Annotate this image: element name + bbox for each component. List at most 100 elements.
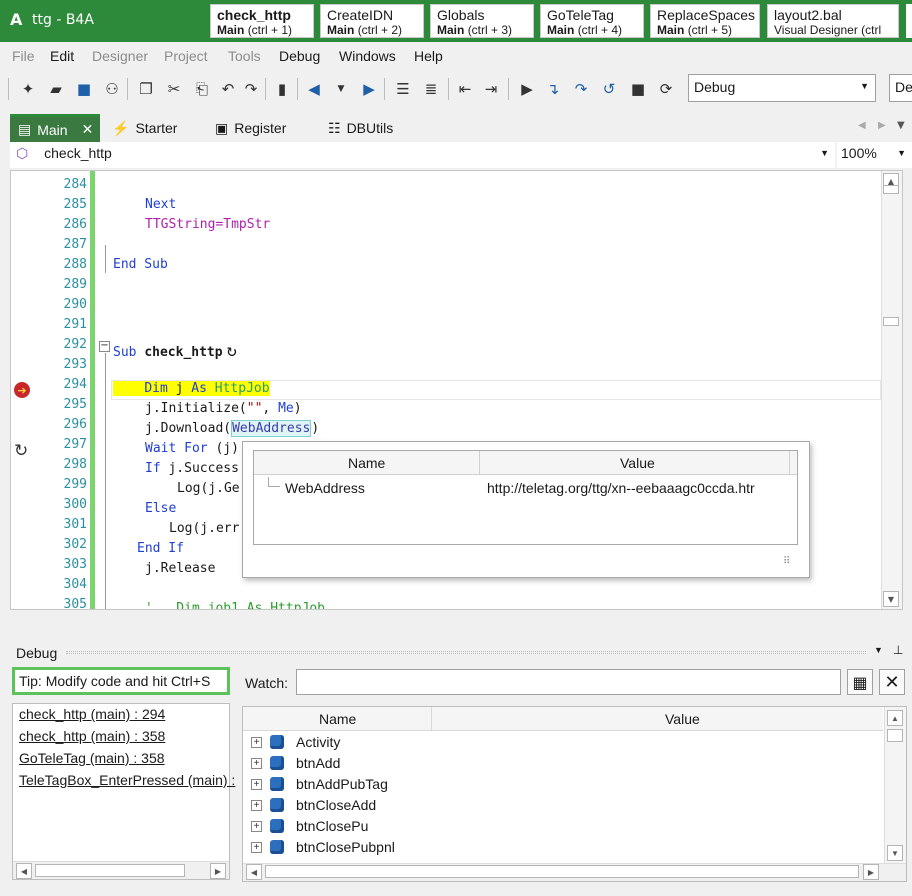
scroll-up-icon[interactable]: ▲ [887, 710, 903, 726]
step-out-icon[interactable]: ↺ [598, 78, 620, 100]
line-number: 296 [63, 417, 87, 432]
scroll-thumb[interactable] [265, 865, 859, 878]
menu-debug[interactable]: Debug [279, 48, 320, 64]
scroll-right-icon[interactable]: ▶ [863, 864, 879, 880]
sub-icon: ⬡ [16, 145, 29, 161]
pin-icon[interactable]: ⊥ [893, 643, 903, 657]
menu-project[interactable]: Project [164, 48, 208, 64]
navigate-forward-icon[interactable]: ▶ [358, 78, 380, 100]
expand-icon[interactable]: + [251, 841, 262, 853]
redo-icon[interactable]: ↷ [240, 78, 262, 100]
scroll-thumb[interactable] [887, 729, 903, 742]
hovered-variable[interactable]: WebAddress [231, 420, 312, 437]
step-in-icon[interactable]: ↴ [542, 78, 564, 100]
call-stack-item[interactable]: GoTeleTag (main) : 358 [19, 750, 165, 766]
scroll-left-icon[interactable]: ◀ [16, 863, 32, 879]
expand-icon[interactable]: + [251, 778, 262, 790]
sub-combo[interactable]: ⬡ check_http ▼ [10, 142, 835, 168]
calculator-icon[interactable]: ▦ [847, 669, 873, 695]
variable-row[interactable]: + btnAddPubTag [251, 774, 388, 794]
menu-windows[interactable]: Windows [339, 48, 396, 64]
menu-help[interactable]: Help [414, 48, 443, 64]
menu-designer[interactable]: Designer [92, 48, 148, 64]
variables-col-value[interactable]: Value [665, 711, 700, 727]
variable-row[interactable]: + Activity [251, 732, 340, 752]
quick-tab-globals[interactable]: Globals Main (ctrl + 3) [430, 4, 534, 38]
menu-file[interactable]: File [12, 48, 35, 64]
quick-tab-overflow[interactable] [906, 4, 912, 38]
open-project-icon[interactable]: ▰ [45, 78, 67, 100]
scroll-down-icon[interactable]: ▼ [887, 845, 903, 861]
cut-icon[interactable]: ✂ [163, 78, 185, 100]
run-icon[interactable]: ▶ [516, 78, 538, 100]
indent-icon[interactable]: ⇥ [480, 78, 502, 100]
uncomment-block-icon[interactable]: ≣ [420, 78, 442, 100]
stop-icon[interactable]: ■ [627, 78, 649, 100]
editor-horizontal-scrollbar[interactable] [11, 609, 881, 610]
close-icon[interactable]: ✕ [82, 121, 94, 138]
call-stack-item[interactable]: check_http (main) : 294 [19, 706, 165, 722]
variable-row[interactable]: + btnAdd [251, 753, 340, 773]
call-stack-item[interactable]: check_http (main) : 358 [19, 728, 165, 744]
expand-icon[interactable]: + [251, 757, 262, 769]
build-config-combo[interactable]: Debug ▼ [688, 74, 876, 102]
variables-col-name[interactable]: Name [319, 711, 356, 727]
panel-menu-icon[interactable]: ▼ [874, 645, 883, 655]
code-text: j.Initialize( [145, 401, 247, 416]
panel-grip[interactable] [66, 651, 866, 654]
editor-scroll-thumb[interactable] [883, 317, 899, 326]
tooltip-col-name[interactable]: Name [348, 455, 385, 471]
editor-scroll-thumb[interactable] [883, 185, 899, 194]
navigate-dropdown-icon[interactable]: ▼ [330, 78, 352, 100]
variable-row[interactable]: + btnClosePu [251, 816, 368, 836]
tab-scroll-left-icon[interactable]: ◀ [858, 120, 866, 131]
resize-grip-icon[interactable]: ⠿ [783, 556, 790, 567]
menu-edit[interactable]: Edit [50, 48, 74, 64]
scroll-thumb[interactable] [35, 864, 185, 877]
tab-register[interactable]: ▣ Register [207, 114, 294, 142]
scroll-right-icon[interactable]: ▶ [210, 863, 226, 879]
step-over-icon[interactable]: ↷ [570, 78, 592, 100]
restart-icon[interactable]: ⟳ [655, 78, 677, 100]
scroll-left-icon[interactable]: ◀ [246, 864, 262, 880]
clear-watch-icon[interactable]: ✕ [879, 669, 905, 695]
new-project-icon[interactable]: ✦ [17, 78, 39, 100]
expand-icon[interactable]: + [251, 799, 262, 811]
quick-tab-shortcut: (ctrl + 4) [577, 23, 623, 37]
watch-input[interactable] [296, 669, 841, 695]
variable-row[interactable]: + btnCloseAdd [251, 795, 376, 815]
quick-tab-createidn[interactable]: CreateIDN Main (ctrl + 2) [320, 4, 424, 38]
save-icon[interactable]: ■ [73, 78, 95, 100]
export-icon[interactable]: ⚇ [101, 78, 123, 100]
paste-icon[interactable]: ⎗ [191, 78, 213, 100]
copy-icon[interactable]: ❐ [135, 78, 157, 100]
quick-tab-goteletag[interactable]: GoTeleTag Main (ctrl + 4) [540, 4, 644, 38]
tab-scroll-right-icon[interactable]: ▶ [878, 120, 886, 131]
bookmark-icon[interactable]: ▮ [271, 78, 293, 100]
undo-icon[interactable]: ↶ [217, 78, 239, 100]
quick-tab-replacespaces[interactable]: ReplaceSpaces Main (ctrl + 5) [650, 4, 760, 38]
expand-icon[interactable]: + [251, 820, 262, 832]
tab-dbutils[interactable]: ☷ DBUtils [320, 114, 401, 142]
variable-row[interactable]: + btnClosePubpnl [251, 837, 395, 857]
fold-toggle-icon[interactable]: − [99, 341, 110, 352]
menu-tools[interactable]: Tools [228, 48, 261, 64]
expand-icon[interactable]: + [251, 736, 262, 748]
tab-main[interactable]: ▤ Main ✕ [10, 114, 100, 142]
comment-block-icon[interactable]: ☰ [392, 78, 414, 100]
tab-list-icon[interactable]: ▼ [897, 120, 905, 131]
variables-grid[interactable]: Name Value + Activity + btnAdd + btnAddPubT… [242, 706, 907, 882]
tab-starter[interactable]: ⚡ Starter [104, 114, 185, 142]
zoom-combo[interactable]: 100% ▼ [837, 142, 912, 168]
device-combo[interactable]: Def [889, 74, 912, 102]
column-divider [479, 451, 480, 475]
editor-vertical-scrollbar[interactable] [881, 171, 902, 609]
navigate-back-icon[interactable]: ◀ [303, 78, 325, 100]
scroll-down-icon[interactable]: ▼ [883, 591, 899, 607]
call-stack-list[interactable]: check_http (main) : 294 check_http (main… [12, 703, 235, 880]
quick-tab-layout2[interactable]: layout2.bal Visual Designer (ctrl [767, 4, 899, 38]
outdent-icon[interactable]: ⇤ [454, 78, 476, 100]
quick-tab-check-http[interactable]: check_http Main (ctrl + 1) [210, 4, 314, 38]
call-stack-item[interactable]: TeleTagBox_EnterPressed (main) : [19, 772, 235, 788]
tooltip-col-value[interactable]: Value [620, 455, 655, 471]
